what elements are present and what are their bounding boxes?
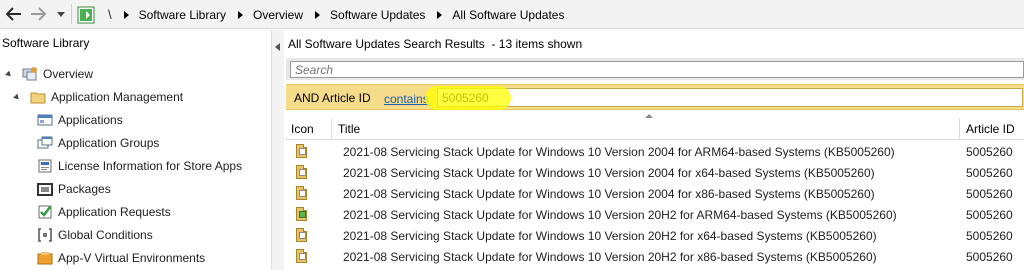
results-pane: All Software Updates Search Results - 13… xyxy=(285,30,1024,270)
table-row[interactable]: 2021-08 Servicing Stack Update for Windo… xyxy=(285,246,1024,267)
license-icon xyxy=(37,158,53,174)
criteria-operator-link[interactable]: contains xyxy=(384,92,429,106)
table-row[interactable]: 2021-08 Servicing Stack Update for Windo… xyxy=(285,183,1024,204)
folder-icon xyxy=(30,89,46,105)
row-title: 2021-08 Servicing Stack Update for Windo… xyxy=(343,208,897,222)
tree-item-label: App-V Virtual Environments xyxy=(58,251,205,265)
row-article-id: 5005260 xyxy=(966,250,1013,264)
tree-item-appv-virtual-environments[interactable]: App-V Virtual Environments xyxy=(37,247,205,269)
row-title: 2021-08 Servicing Stack Update for Windo… xyxy=(343,166,875,180)
back-arrow-icon xyxy=(6,7,22,21)
forward-arrow-icon xyxy=(30,7,46,21)
tree-item-label: Application Groups xyxy=(58,136,159,150)
appv-icon xyxy=(37,250,53,266)
global-conditions-icon xyxy=(37,227,53,243)
history-dropdown-button[interactable] xyxy=(55,3,67,25)
refresh-icon xyxy=(77,6,95,24)
row-article-id: 5005260 xyxy=(966,145,1013,159)
collapse-left-icon[interactable] xyxy=(275,43,280,51)
table-row[interactable]: 2021-08 Servicing Stack Update for Windo… xyxy=(285,204,1024,225)
tree-item-label: Applications xyxy=(58,113,123,127)
breadcrumb-all-software-updates[interactable]: All Software Updates xyxy=(452,8,564,22)
row-title: 2021-08 Servicing Stack Update for Windo… xyxy=(343,187,875,201)
breadcrumb-software-updates[interactable]: Software Updates xyxy=(330,8,425,22)
results-header: All Software Updates Search Results - 13… xyxy=(288,37,582,51)
refresh-button[interactable] xyxy=(76,5,96,24)
row-title: 2021-08 Servicing Stack Update for Windo… xyxy=(343,250,877,264)
tree-item-label: Application Management xyxy=(51,90,183,104)
search-input[interactable] xyxy=(290,61,1024,78)
search-criteria-bar: AND Article ID contains xyxy=(286,84,1024,110)
application-requests-icon xyxy=(37,204,53,220)
overview-icon xyxy=(22,66,38,82)
breadcrumb-overview[interactable]: Overview xyxy=(253,8,303,22)
search-bar xyxy=(286,58,1024,80)
expanded-triangle-icon[interactable] xyxy=(13,93,21,101)
tree-item-application-requests[interactable]: Application Requests xyxy=(37,201,171,223)
forward-button[interactable] xyxy=(27,3,49,25)
tree-item-label: Overview xyxy=(43,67,93,81)
update-icon xyxy=(294,143,310,159)
criteria-value-input[interactable] xyxy=(437,88,1023,107)
tree-item-applications[interactable]: Applications xyxy=(37,109,123,131)
update-icon xyxy=(294,185,310,201)
application-groups-icon xyxy=(37,135,53,151)
chevron-right-icon[interactable] xyxy=(437,11,442,19)
results-count: - 13 items shown xyxy=(491,37,582,51)
pane-splitter[interactable] xyxy=(271,30,284,270)
breadcrumb-root[interactable]: \ xyxy=(108,7,112,22)
table-row[interactable]: 2021-08 Servicing Stack Update for Windo… xyxy=(285,162,1024,183)
breadcrumb: \ Software Library Overview Software Upd… xyxy=(100,0,564,29)
column-header-article-id[interactable]: Article ID xyxy=(960,118,1024,140)
criteria-field-label: AND Article ID xyxy=(294,91,371,105)
tree-item-application-management[interactable]: Application Management xyxy=(14,86,183,108)
update-icon xyxy=(294,248,310,264)
row-title: 2021-08 Servicing Stack Update for Windo… xyxy=(343,229,877,243)
tree-item-label: Packages xyxy=(58,182,111,196)
back-button[interactable] xyxy=(3,3,25,25)
chevron-right-icon[interactable] xyxy=(238,11,243,19)
chevron-right-icon[interactable] xyxy=(315,11,320,19)
row-article-id: 5005260 xyxy=(966,166,1013,180)
tree-item-label: Application Requests xyxy=(58,205,171,219)
tree-item-overview[interactable]: Overview xyxy=(6,63,93,85)
row-article-id: 5005260 xyxy=(966,229,1013,243)
tree-item-label: Global Conditions xyxy=(58,228,153,242)
row-title: 2021-08 Servicing Stack Update for Windo… xyxy=(343,145,895,159)
table-row[interactable]: 2021-08 Servicing Stack Update for Windo… xyxy=(285,141,1024,162)
chevron-right-icon[interactable] xyxy=(124,11,129,19)
navigation-pane: Software Library Overview Application Ma… xyxy=(0,30,271,270)
tree-item-license-information[interactable]: License Information for Store Apps xyxy=(37,155,242,177)
row-article-id: 5005260 xyxy=(966,187,1013,201)
update-icon xyxy=(294,164,310,180)
applications-icon xyxy=(37,112,53,128)
results-title: All Software Updates Search Results xyxy=(288,37,485,51)
toolbar-separator xyxy=(71,4,72,24)
address-bar: \ Software Library Overview Software Upd… xyxy=(0,0,1024,29)
packages-icon xyxy=(37,181,53,197)
update-icon xyxy=(294,227,310,243)
tree-item-packages[interactable]: Packages xyxy=(37,178,111,200)
chevron-down-icon xyxy=(57,12,65,17)
navigation-pane-title: Software Library xyxy=(2,36,89,50)
column-header-icon[interactable]: Icon xyxy=(285,118,332,140)
tree-item-label: License Information for Store Apps xyxy=(58,159,242,173)
expanded-triangle-icon[interactable] xyxy=(5,70,13,78)
tree-item-global-conditions[interactable]: Global Conditions xyxy=(37,224,153,246)
column-header-title[interactable]: Title xyxy=(332,118,960,140)
breadcrumb-software-library[interactable]: Software Library xyxy=(139,8,226,22)
tree-item-application-groups[interactable]: Application Groups xyxy=(37,132,159,154)
row-article-id: 5005260 xyxy=(966,208,1013,222)
results-grid-header: Icon Title Article ID xyxy=(285,118,1024,140)
table-row[interactable]: 2021-08 Servicing Stack Update for Windo… xyxy=(285,225,1024,246)
update-deployed-icon xyxy=(294,206,310,222)
